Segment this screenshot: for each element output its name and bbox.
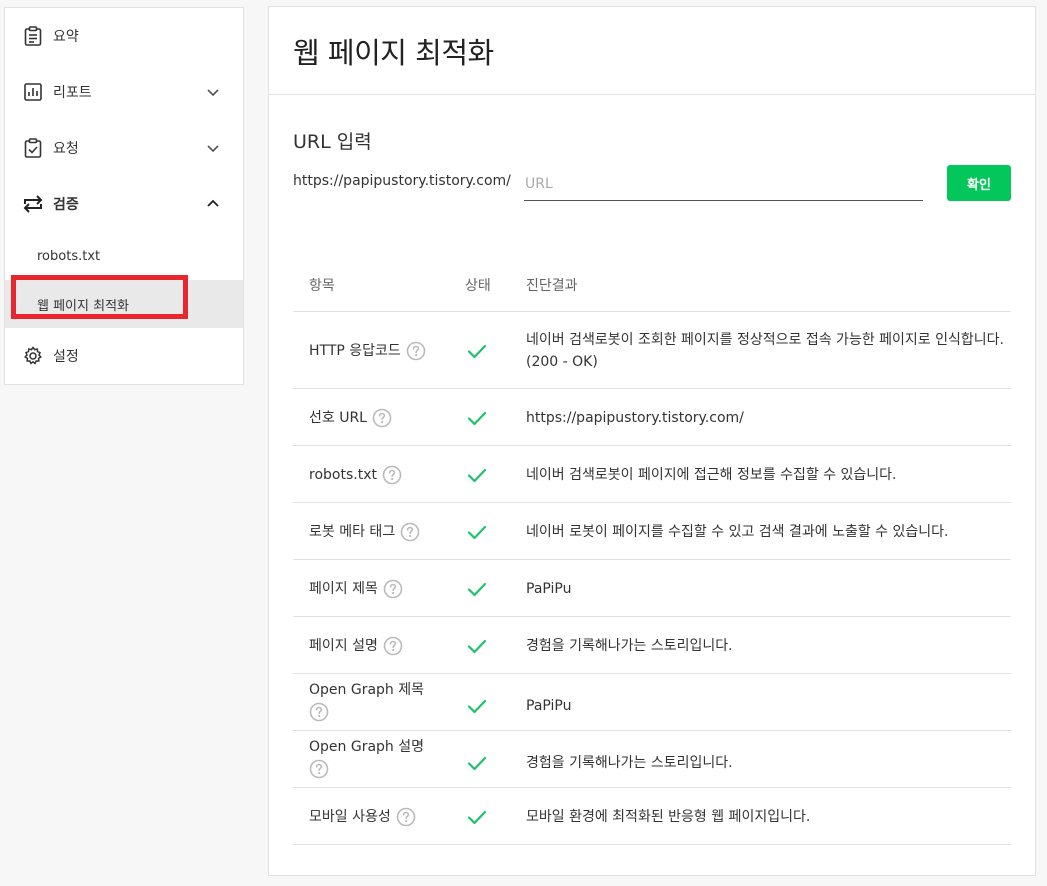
table-row: 페이지 제목 PaPiPu [293,560,1011,617]
row-result-text: 경험을 기록해나가는 스토리입니다. [526,754,733,771]
chevron-down-icon[interactable] [205,84,221,100]
column-header-status: 상태 [465,278,491,294]
sidebar-item-report[interactable]: 리포트 [5,64,243,120]
help-circle-icon[interactable] [400,522,420,542]
table-row: 로봇 메타 태그 네이버 로봇이 페이지를 수집할 수 있고 검색 결과에 노출할… [293,503,1011,560]
row-item-name: HTTP 응답코드 [309,340,459,362]
table-header: 항목 상태 진단결과 [293,255,1011,312]
row-item-label: 로봇 메타 태그 [309,523,396,540]
row-item-name: 페이지 설명 [309,635,459,657]
chevron-up-icon[interactable] [205,196,221,212]
help-circle-icon[interactable] [406,341,426,361]
sidebar-subitem-web-optimization[interactable]: 웹 페이지 최적화 [5,280,243,328]
row-item-label: 페이지 설명 [309,637,378,654]
help-circle-icon[interactable] [309,702,329,722]
row-item-name: 로봇 메타 태그 [309,521,459,543]
row-result-text: 네이버 검색로봇이 조회한 페이지를 정상적으로 접속 가능한 페이지로 인식합… [526,331,1004,370]
column-header-item: 항목 [309,278,335,294]
page-header: 웹 페이지 최적화 [269,7,1035,95]
table-row: 모바일 사용성 모바일 환경에 최적화된 반응형 웹 페이지입니다. [293,788,1011,845]
main-panel: 웹 페이지 최적화 URL 입력 https://papipustory.tis… [268,6,1036,876]
row-item-name: 모바일 사용성 [309,806,459,828]
url-input[interactable] [524,167,923,201]
table-row: Open Graph 설명경험을 기록해나가는 스토리입니다. [293,731,1011,788]
row-item-label: HTTP 응답코드 [309,342,401,359]
check-icon [466,752,488,774]
row-item-name: 선호 URL [309,407,459,429]
sidebar-item-label: 설정 [53,349,79,365]
check-icon [466,695,488,717]
row-item-label: Open Graph 설명 [309,739,424,755]
sidebar-item-label: 요청 [53,141,79,157]
help-circle-icon[interactable] [383,579,403,599]
table-row: 페이지 설명 경험을 기록해나가는 스토리입니다. [293,617,1011,674]
row-item-label: Open Graph 제목 [309,682,424,698]
url-prefix: https://papipustory.tistory.com/ [293,173,511,189]
sidebar: 요약 리포트 요청 검증 robots.txt 웹 페이지 최적화 설정 [4,7,244,385]
row-item-label: 모바일 사용성 [309,808,391,825]
sidebar-subitem-label: 웹 페이지 최적화 [37,298,129,314]
help-circle-icon[interactable] [309,759,329,779]
row-item-name: Open Graph 제목 [309,679,459,723]
swap-arrows-icon [23,194,43,214]
row-result-text: https://papipustory.tistory.com/ [526,409,744,426]
sidebar-subitem-robots[interactable]: robots.txt [5,232,243,280]
row-item-name: robots.txt [309,464,459,486]
table-row: HTTP 응답코드 네이버 검색로봇이 조회한 페이지를 정상적으로 접속 가능한… [293,312,1011,389]
check-icon [466,635,488,657]
table-body: HTTP 응답코드 네이버 검색로봇이 조회한 페이지를 정상적으로 접속 가능한… [293,312,1011,845]
row-item-name: 페이지 제목 [309,578,459,600]
help-circle-icon[interactable] [396,807,416,827]
table-row: robots.txt 네이버 검색로봇이 페이지에 접근해 정보를 수집할 수 있… [293,446,1011,503]
row-item-label: robots.txt [309,466,377,483]
row-result-text: PaPiPu [526,580,572,597]
row-result-text: 네이버 검색로봇이 페이지에 접근해 정보를 수집할 수 있습니다. [526,466,897,483]
sidebar-item-label: 요약 [53,29,79,45]
check-icon [466,578,488,600]
check-icon [466,521,488,543]
table-row: Open Graph 제목 PaPiPu [293,674,1011,731]
column-header-result: 진단결과 [526,278,578,294]
row-result-text: 모바일 환경에 최적화된 반응형 웹 페이지입니다. [526,808,811,825]
row-item-label: 선호 URL [309,409,367,426]
diagnosis-table: 항목 상태 진단결과 HTTP 응답코드 네이버 검색로봇이 조회한 페이지를 정… [293,255,1011,845]
clipboard-list-icon [23,26,43,46]
sidebar-item-verify[interactable]: 검증 [5,176,243,232]
url-section-label: URL 입력 [293,131,372,153]
sidebar-item-label: 검증 [53,197,79,213]
confirm-button[interactable]: 확인 [947,165,1011,201]
row-item-name: Open Graph 설명 [309,736,459,780]
help-circle-icon[interactable] [383,636,403,656]
check-icon [466,407,488,429]
page-title: 웹 페이지 최적화 [293,35,494,70]
sidebar-item-label: 리포트 [53,85,92,101]
sidebar-subitem-label: robots.txt [37,248,101,264]
gear-icon [23,346,43,366]
row-result-text: PaPiPu [526,697,572,714]
row-result-text: 네이버 로봇이 페이지를 수집할 수 있고 검색 결과에 노출할 수 있습니다. [526,523,949,540]
clipboard-check-icon [23,138,43,158]
check-icon [466,464,488,486]
check-icon [466,806,488,828]
help-circle-icon[interactable] [382,465,402,485]
table-row: 선호 URL https://papipustory.tistory.com/ [293,389,1011,446]
sidebar-item-summary[interactable]: 요약 [5,8,243,64]
sidebar-item-request[interactable]: 요청 [5,120,243,176]
row-result-text: 경험을 기록해나가는 스토리입니다. [526,637,733,654]
bar-chart-icon [23,82,43,102]
check-icon [466,340,488,362]
help-circle-icon[interactable] [372,408,392,428]
chevron-down-icon[interactable] [205,140,221,156]
sidebar-item-settings[interactable]: 설정 [5,328,243,384]
row-item-label: 페이지 제목 [309,580,378,597]
